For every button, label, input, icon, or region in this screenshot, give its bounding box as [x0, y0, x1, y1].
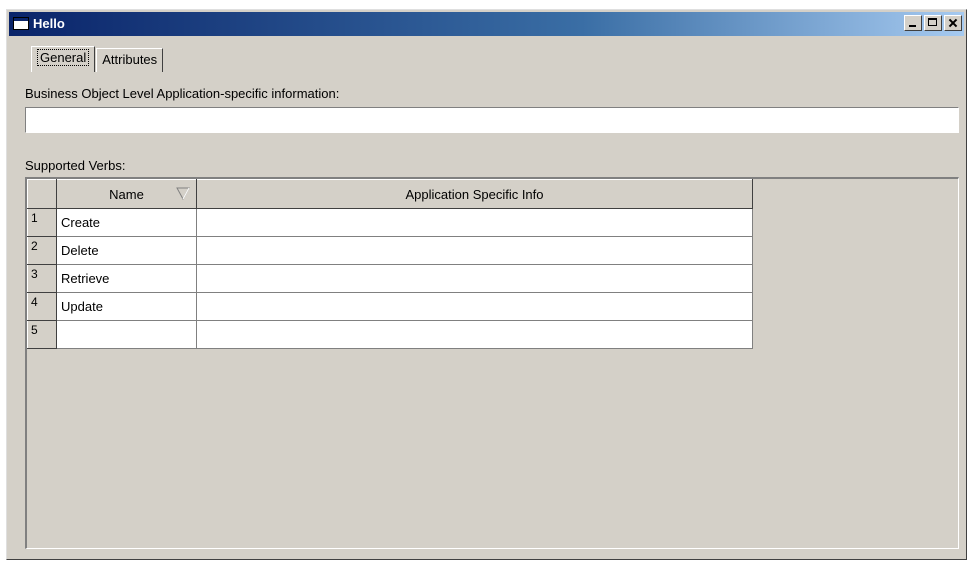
verb-info-cell[interactable]	[196, 208, 753, 237]
verb-name-cell[interactable]: Create	[56, 208, 197, 237]
verb-name-cell[interactable]: Delete	[56, 236, 197, 265]
tab-strip: General Attributes	[31, 46, 164, 72]
column-header-name[interactable]: Name	[56, 179, 197, 209]
window-title: Hello	[33, 16, 65, 31]
table-row: 1 Create	[27, 208, 753, 237]
verb-info-cell[interactable]	[196, 264, 753, 293]
window-icon[interactable]	[13, 17, 29, 30]
dialog-window: Hello General Attributes Business Object…	[6, 9, 967, 560]
table-row: 3 Retrieve	[27, 264, 753, 293]
row-number[interactable]: 4	[27, 292, 57, 321]
caption-buttons	[904, 15, 962, 31]
column-header-name-label: Name	[109, 186, 144, 202]
header-row: Name Application Specific Info	[27, 179, 753, 209]
verb-info-cell[interactable]	[196, 236, 753, 265]
tab-general-label: General	[37, 49, 90, 66]
verb-info-cell[interactable]	[196, 320, 753, 349]
supported-verbs-label: Supported Verbs:	[25, 158, 126, 173]
column-header-app-info[interactable]: Application Specific Info	[196, 179, 753, 209]
maximize-icon[interactable]	[924, 15, 942, 31]
tab-general[interactable]: General	[31, 46, 96, 72]
close-icon[interactable]	[944, 15, 962, 31]
column-header-app-info-label: Application Specific Info	[405, 186, 544, 202]
row-number[interactable]: 1	[27, 208, 57, 237]
sort-triangle-icon[interactable]	[176, 186, 190, 200]
row-number[interactable]: 2	[27, 236, 57, 265]
table-row: 5	[27, 320, 753, 349]
tab-attributes[interactable]: Attributes	[96, 48, 164, 72]
business-object-label: Business Object Level Application-specif…	[25, 86, 340, 101]
verbs-grid: Name Application Specific Info 1 Create	[25, 177, 959, 549]
minimize-icon[interactable]	[904, 15, 922, 31]
verbs-table: Name Application Specific Info 1 Create	[27, 179, 753, 349]
business-object-info-input[interactable]	[25, 107, 959, 133]
row-number[interactable]: 5	[27, 320, 57, 349]
verb-name-cell[interactable]: Update	[56, 292, 197, 321]
title-bar[interactable]: Hello	[9, 12, 964, 36]
verb-name-cell[interactable]: Retrieve	[56, 264, 197, 293]
row-number[interactable]: 3	[27, 264, 57, 293]
verb-info-cell[interactable]	[196, 292, 753, 321]
verb-name-cell[interactable]	[56, 320, 197, 349]
tab-attributes-label: Attributes	[102, 52, 158, 67]
table-row: 4 Update	[27, 292, 753, 321]
table-row: 2 Delete	[27, 236, 753, 265]
corner-header[interactable]	[27, 179, 57, 209]
